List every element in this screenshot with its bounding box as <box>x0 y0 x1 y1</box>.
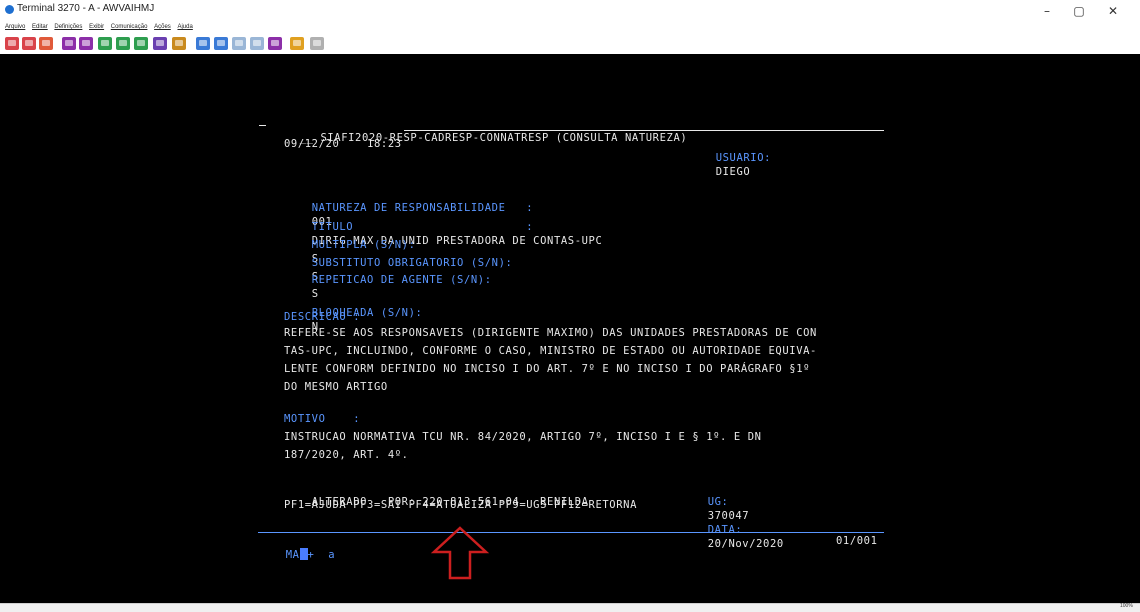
command-line[interactable]: MA + a <box>258 534 335 576</box>
motivo-label: MOTIVO : <box>284 413 361 425</box>
play-icon[interactable] <box>214 37 228 50</box>
red-arrow-annotation <box>430 526 490 580</box>
status-prefix: MA <box>285 549 300 561</box>
menu-ajuda[interactable]: Ajuda <box>177 21 192 33</box>
ug-data-row: UG: 370047 DATA: 20/Nov/2020 <box>680 481 784 565</box>
descricao-line: REFERE-SE AOS RESPONSAVEIS (DIRIGENTE MA… <box>284 327 817 339</box>
status-divider <box>258 532 884 533</box>
data-label: DATA: <box>707 524 743 536</box>
ug-value: 370047 <box>707 510 750 522</box>
menu-comunicacao[interactable]: Comunicação <box>111 21 148 33</box>
menu-bar: Arquivo Editar Definições Exibir Comunic… <box>0 21 1140 33</box>
toolbar <box>0 34 1140 54</box>
pause-icon[interactable] <box>250 37 264 50</box>
close-button[interactable]: ✕ <box>1098 2 1128 20</box>
macro-icon[interactable] <box>172 37 186 50</box>
motivo-line: INSTRUCAO NORMATIVA TCU NR. 84/2020, ART… <box>284 431 762 443</box>
record-icon[interactable] <box>196 37 210 50</box>
maximize-button[interactable]: ▢ <box>1064 2 1094 20</box>
usuario-value: DIEGO <box>715 166 751 178</box>
refresh-icon[interactable] <box>310 37 324 50</box>
title-bar: Terminal 3270 - A - AWVAIHMJ – ▢ ✕ <box>0 0 1140 22</box>
page-counter: 01/001 <box>836 535 878 547</box>
descricao-line: TAS-UPC, INCLUINDO, CONFORME O CASO, MIN… <box>284 345 817 357</box>
zoom-level: 100% <box>1120 603 1133 609</box>
menu-arquivo[interactable]: Arquivo <box>5 21 25 33</box>
status-suffix: + a <box>307 549 336 561</box>
header-underline <box>404 130 884 131</box>
receive-icon[interactable] <box>79 37 93 50</box>
terminal-screen[interactable]: __ SIAFI2020-RESP-CADRESP-CONNATRESP (CO… <box>0 54 1140 603</box>
descricao-label: DESCRICAO : <box>284 311 361 323</box>
menu-editar[interactable]: Editar <box>32 21 48 33</box>
descricao-line: LENTE CONFORM DEFINIDO NO INCISO I DO AR… <box>284 363 811 375</box>
pf-keys: PF1=AJUDA PF3=SAI PF4=ATUALIZA PF9=UGS P… <box>284 499 637 511</box>
menu-definicoes[interactable]: Definições <box>54 21 82 33</box>
text-cursor <box>299 548 308 560</box>
terminal-app-icon <box>5 5 14 14</box>
stop-icon[interactable] <box>232 37 246 50</box>
disconnect-icon[interactable] <box>22 37 36 50</box>
usuario-row: USUARIO: DIEGO <box>688 137 771 193</box>
menu-acoes[interactable]: Ações <box>154 21 171 33</box>
descricao-line: DO MESMO ARTIGO <box>284 381 388 393</box>
link-icon[interactable] <box>268 37 282 50</box>
connect-icon[interactable] <box>5 37 19 50</box>
transfer-icon[interactable] <box>134 37 148 50</box>
menu-exibir[interactable]: Exibir <box>89 21 104 33</box>
usuario-label: USUARIO: <box>715 152 772 164</box>
copy-icon[interactable] <box>98 37 112 50</box>
window-title: Terminal 3270 - A - AWVAIHMJ <box>17 3 155 14</box>
paste-icon[interactable] <box>116 37 130 50</box>
motivo-line: 187/2020, ART. 4º. <box>284 449 409 461</box>
send-icon[interactable] <box>62 37 76 50</box>
exit-icon[interactable] <box>39 37 53 50</box>
cursor-marker <box>259 125 266 126</box>
ug-label: UG: <box>707 496 729 508</box>
date-time: 09/12/20 18:23 <box>284 138 402 150</box>
repeticao-label: REPETICAO DE AGENTE (S/N): <box>311 274 492 286</box>
download-icon[interactable] <box>290 37 304 50</box>
data-value: 20/Nov/2020 <box>707 538 784 550</box>
minimize-button[interactable]: – <box>1032 2 1062 20</box>
keyboard-icon[interactable] <box>153 37 167 50</box>
